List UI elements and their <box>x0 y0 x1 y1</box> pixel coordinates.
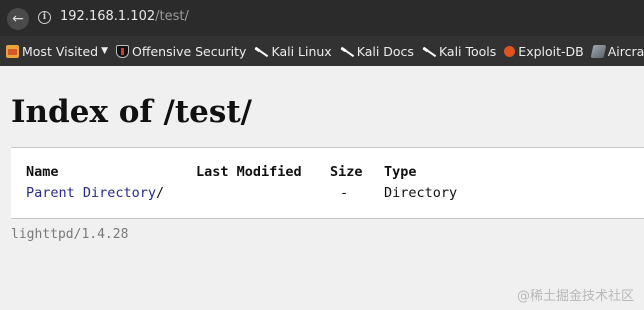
bookmark-kali-tools[interactable]: Kali Tools <box>422 44 496 59</box>
page-title: Index of /test/ <box>11 94 252 130</box>
table-row: Parent Directory/ - Directory <box>26 183 494 203</box>
exploit-db-icon <box>504 45 516 57</box>
offsec-shield-icon <box>116 44 130 58</box>
site-info-icon[interactable]: i <box>38 11 51 24</box>
url-path: /test/ <box>155 9 189 24</box>
bookmark-most-visited[interactable]: Most Visited ▼ <box>6 44 108 59</box>
kali-dragon-icon <box>254 45 268 58</box>
directory-listing: Name Last Modified Size Type Parent Dire… <box>11 147 644 219</box>
aircrack-icon <box>590 44 607 58</box>
bookmark-kali-docs[interactable]: Kali Docs <box>340 44 414 59</box>
kali-dragon-icon <box>340 45 354 58</box>
bookmark-label: Offensive Security <box>132 43 247 59</box>
bookmark-label: Aircrack-ng <box>607 43 644 59</box>
bookmark-label: Kali Linux <box>271 43 332 59</box>
table-header-row: Name Last Modified Size Type <box>26 161 494 183</box>
watermark: @稀土掘金技术社区 <box>516 289 634 304</box>
directory-slash: / <box>156 185 165 201</box>
bookmark-aircrack-ng[interactable]: Aircrack-ng <box>590 43 644 59</box>
back-arrow-icon[interactable]: ← <box>7 8 29 30</box>
bookmark-label: Kali Docs <box>356 43 414 59</box>
cell-name: Parent Directory/ <box>26 183 196 203</box>
bookmark-label: Exploit-DB <box>518 43 584 59</box>
kali-dragon-icon <box>422 45 436 58</box>
url-bar: ← i 192.168.1.102/test/ <box>0 0 644 36</box>
cell-type: Directory <box>384 185 458 201</box>
cell-last-modified <box>196 183 330 203</box>
chevron-down-icon: ▼ <box>101 46 109 56</box>
page-content: Index of /test/ Name Last Modified Size … <box>0 66 644 310</box>
server-signature: lighttpd/1.4.28 <box>11 227 129 242</box>
bookmark-exploit-db[interactable]: Exploit-DB <box>504 43 584 59</box>
bookmark-kali-linux[interactable]: Kali Linux <box>254 44 331 59</box>
bookmark-label: Kali Tools <box>438 43 497 59</box>
column-header-type[interactable]: Type <box>384 161 494 183</box>
url-host: 192.168.1.102 <box>60 9 156 24</box>
bookmark-label: Most Visited <box>22 43 99 59</box>
column-header-last-modified[interactable]: Last Modified <box>196 161 330 183</box>
address-field[interactable]: 192.168.1.102/test/ <box>60 9 189 24</box>
column-header-name[interactable]: Name <box>26 161 196 183</box>
listing-table: Name Last Modified Size Type Parent Dire… <box>26 161 494 203</box>
bookmark-offensive-security[interactable]: Offensive Security <box>116 44 246 59</box>
cell-size: - <box>340 185 349 201</box>
bookmarks-toolbar: Most Visited ▼ Offensive Security Kali L… <box>0 36 644 66</box>
parent-directory-link[interactable]: Parent Directory <box>26 185 156 201</box>
column-header-size[interactable]: Size <box>330 161 384 183</box>
folder-icon <box>6 44 19 58</box>
